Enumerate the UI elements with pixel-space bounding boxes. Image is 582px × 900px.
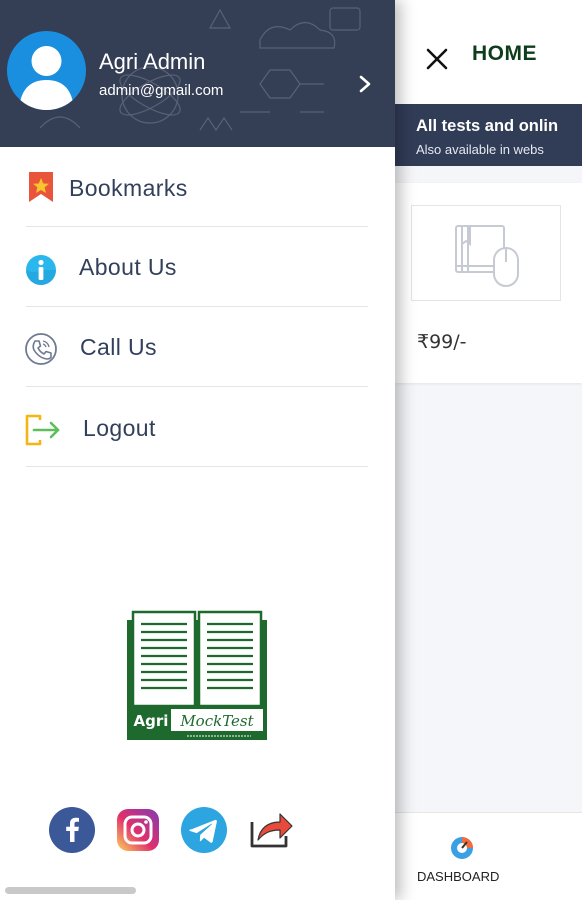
close-icon[interactable]	[424, 46, 450, 72]
price-label: ₹99/-	[417, 331, 467, 353]
avatar	[7, 31, 86, 110]
menu-item-logout[interactable]: Logout	[0, 387, 395, 467]
drawer-header[interactable]: Agri Admin admin@gmail.com	[0, 0, 395, 147]
logo-text-agri: Agri	[134, 712, 169, 730]
info-banner: All tests and onlin Also available in we…	[395, 104, 582, 166]
menu-label-logout: Logout	[83, 415, 156, 441]
phone-icon	[25, 333, 57, 365]
agri-mocktest-logo: Agri MockTest	[127, 610, 267, 740]
banner-title: All tests and onlin	[416, 117, 559, 135]
user-name: Agri Admin	[99, 49, 206, 74]
social-links	[48, 806, 308, 854]
logout-icon	[25, 414, 60, 446]
info-icon	[26, 255, 56, 285]
facebook-icon[interactable]	[48, 806, 96, 854]
screen: HOME All tests and onlin Also available …	[0, 0, 582, 900]
user-email: admin@gmail.com	[99, 82, 224, 99]
menu-divider	[26, 466, 368, 467]
drawer-menu: Bookmarks About Us Call Us Logout	[0, 147, 395, 467]
bottom-navigation: DASHBOARD	[395, 812, 582, 900]
chevron-right-icon[interactable]	[358, 74, 372, 94]
page-title: HOME	[472, 42, 537, 65]
instagram-icon[interactable]	[114, 806, 162, 854]
menu-label-call-us: Call Us	[80, 334, 157, 360]
navigation-drawer: Agri Admin admin@gmail.com Bookmarks Abo…	[0, 0, 395, 900]
banner-subtitle: Also available in webs	[416, 142, 544, 157]
book-mouse-icon	[455, 225, 519, 287]
bookmark-icon	[29, 172, 53, 202]
nav-dashboard-label[interactable]: DASHBOARD	[417, 869, 499, 884]
menu-item-about-us[interactable]: About Us	[0, 227, 395, 307]
menu-label-about-us: About Us	[79, 254, 177, 280]
share-icon[interactable]	[246, 802, 296, 852]
dashboard-icon[interactable]	[449, 835, 475, 861]
scroll-handle[interactable]	[5, 887, 136, 894]
test-card[interactable]: ₹99/-	[395, 183, 582, 383]
menu-item-call-us[interactable]: Call Us	[0, 307, 395, 387]
user-icon	[19, 46, 74, 110]
card-thumbnail	[411, 205, 561, 301]
logo-text-mocktest: MockTest	[179, 712, 254, 730]
menu-item-bookmarks[interactable]: Bookmarks	[0, 147, 395, 227]
menu-label-bookmarks: Bookmarks	[69, 175, 188, 201]
telegram-icon[interactable]	[180, 806, 228, 854]
